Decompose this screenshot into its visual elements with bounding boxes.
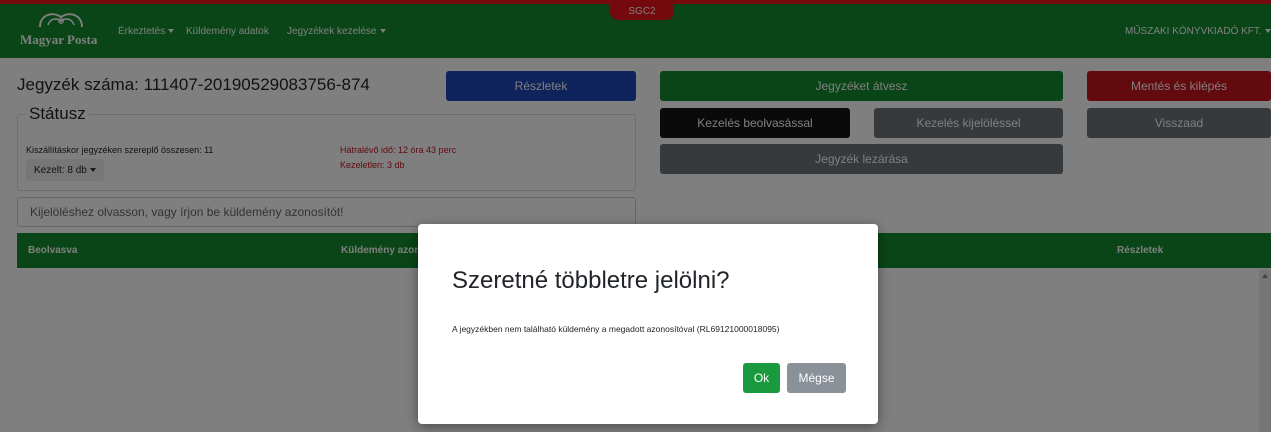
confirm-dialog: Szeretné többletre jelölni? A jegyzékben…	[418, 224, 878, 424]
dialog-title: Szeretné többletre jelölni?	[452, 267, 730, 294]
dialog-message: A jegyzékben nem található küldemény a m…	[452, 324, 780, 334]
ok-button[interactable]: Ok	[743, 363, 780, 393]
cancel-button[interactable]: Mégse	[787, 363, 846, 393]
